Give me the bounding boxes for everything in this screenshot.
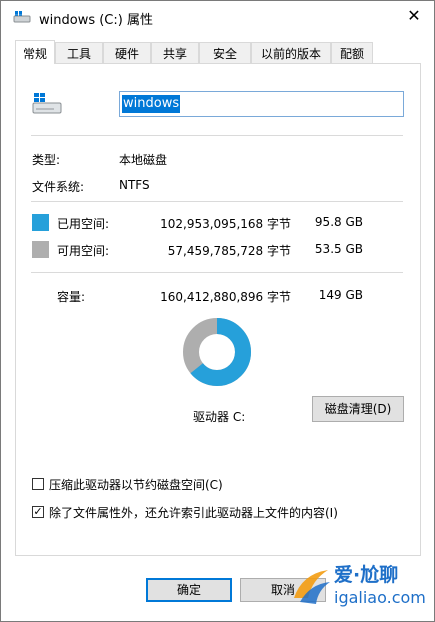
watermark-url: igaliao.com [334, 588, 426, 607]
properties-dialog: windows (C:) 属性 ✕ 常规 工具 硬件 共享 安全 以前的版本 配… [0, 0, 435, 622]
used-space-swatch [32, 214, 49, 231]
type-value: 本地磁盘 [119, 153, 168, 167]
drive-icon [13, 11, 31, 23]
watermark-brand: 爱·尬聊 [334, 564, 399, 586]
tab-previous-versions[interactable]: 以前的版本 [251, 42, 331, 64]
free-space-size: 53.5 GB [314, 242, 363, 256]
ok-button[interactable]: 确定 [146, 578, 232, 602]
used-space-label: 已用空间: [57, 217, 110, 231]
watermark-logo-icon [294, 570, 330, 604]
free-space-label: 可用空间: [57, 244, 110, 258]
window-title: windows (C:) 属性 [39, 13, 153, 28]
drive-letter-label: 驱动器 C: [193, 410, 246, 424]
drive-name-text: windows [122, 95, 181, 113]
title-bar: windows (C:) 属性 ✕ [1, 1, 434, 33]
close-icon[interactable]: ✕ [403, 5, 425, 27]
type-label: 类型: [32, 153, 61, 167]
separator [31, 201, 403, 202]
used-space-bytes: 102,953,095,168 字节 [160, 217, 291, 231]
filesystem-value: NTFS [119, 178, 150, 192]
capacity-bytes: 160,412,880,896 字节 [160, 290, 291, 304]
tab-hardware[interactable]: 硬件 [103, 42, 151, 64]
tab-general[interactable]: 常规 [15, 40, 55, 64]
index-label[interactable]: 除了文件属性外，还允许索引此驱动器上文件的内容(I) [49, 504, 338, 521]
compress-label[interactable]: 压缩此驱动器以节约磁盘空间(C) [49, 476, 223, 493]
compress-checkbox[interactable] [32, 478, 44, 490]
free-space-bytes: 57,459,785,728 字节 [167, 244, 291, 258]
drive-large-icon [32, 93, 62, 114]
tab-tools[interactable]: 工具 [55, 42, 103, 64]
drive-name-input[interactable]: windows [119, 91, 404, 117]
filesystem-label: 文件系统: [32, 180, 85, 194]
index-checkbox[interactable]: ✓ [32, 506, 44, 518]
capacity-size: 149 GB [318, 288, 363, 302]
tab-security[interactable]: 安全 [199, 42, 251, 64]
disk-cleanup-button[interactable]: 磁盘清理(D) [312, 396, 404, 422]
tab-sharing[interactable]: 共享 [151, 42, 199, 64]
separator [31, 272, 403, 273]
separator [31, 135, 403, 136]
capacity-label: 容量: [57, 290, 86, 304]
watermark: 爱·尬聊 igaliao.com [288, 556, 434, 614]
used-space-size: 95.8 GB [314, 215, 363, 229]
tab-quota[interactable]: 配额 [331, 42, 373, 64]
usage-donut-chart [183, 318, 251, 386]
free-space-swatch [32, 241, 49, 258]
